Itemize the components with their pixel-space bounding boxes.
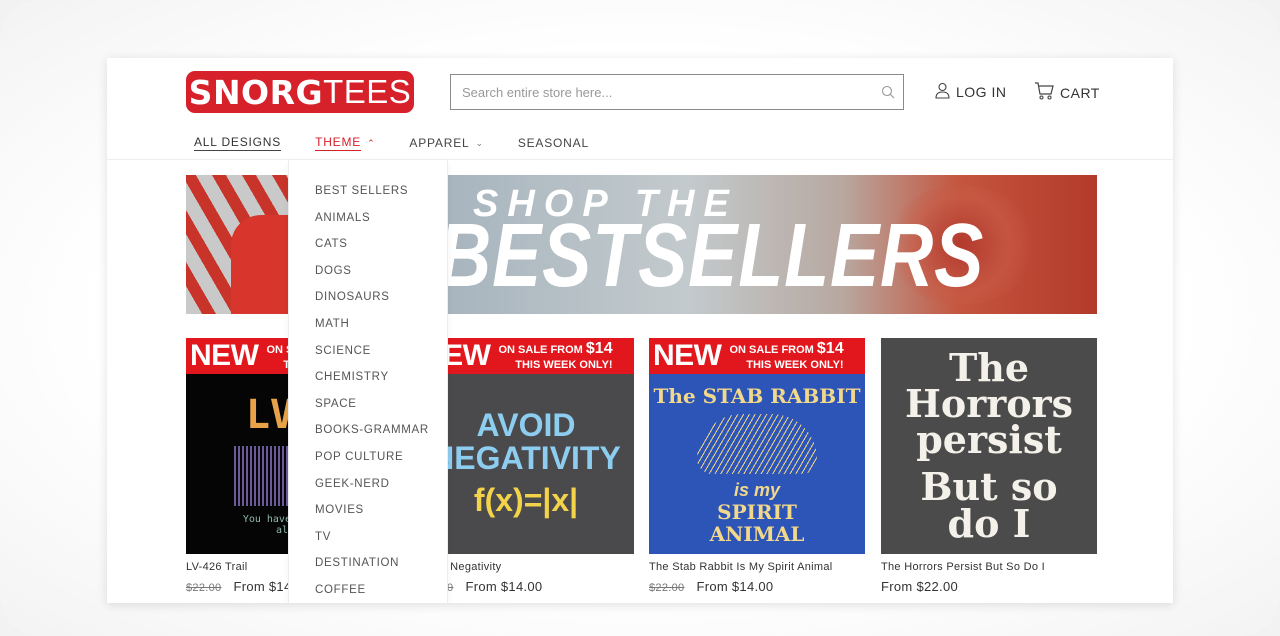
- product-prices: $22.00 From $14.00: [418, 579, 634, 594]
- art-line3: f(x)=|x|: [473, 482, 579, 519]
- theme-menu-item[interactable]: GEEK-NERD: [289, 477, 447, 504]
- cart-icon: [1034, 82, 1054, 103]
- badge-new: NEW: [190, 339, 259, 372]
- nav-all-designs-label: ALL DESIGNS: [194, 135, 282, 151]
- search-box: [450, 74, 904, 110]
- theme-menu-item[interactable]: ANIMALS: [289, 211, 447, 238]
- search-icon[interactable]: [873, 85, 903, 99]
- theme-menu-item[interactable]: POP CULTURE: [289, 450, 447, 477]
- product-image[interactable]: NEW ON SALE FROM $14 THIS WEEK ONLY! The …: [649, 338, 865, 554]
- product-prices: $22.00 From $14.00: [649, 579, 865, 594]
- nav-apparel-label: APPAREL: [409, 135, 470, 150]
- product-prices: From $22.00: [881, 579, 1097, 594]
- nav-divider: [107, 159, 1173, 160]
- product-image[interactable]: NEW ON SALE FROM $14 THIS WEEK ONLY! AVOI…: [418, 338, 634, 554]
- new-sale-badge: NEW ON SALE FROM $14THIS WEEK ONLY!: [418, 338, 634, 374]
- sale-price: From $14.00: [696, 579, 774, 594]
- product-card[interactable]: NEW ON SALE FROM $14 THIS WEEK ONLY! The …: [649, 338, 865, 594]
- nav-theme-label: THEME: [315, 135, 362, 151]
- theme-menu-item[interactable]: MOVIES: [289, 503, 447, 530]
- art-line2: NEGATIVITY: [431, 439, 621, 476]
- theme-menu-item[interactable]: DESTINATION: [289, 556, 447, 583]
- theme-menu-item[interactable]: CHEMISTRY: [289, 370, 447, 397]
- theme-menu-item[interactable]: DINOSAURS: [289, 290, 447, 317]
- badge-sale-text: ON SALE FROM $14THIS WEEK ONLY!: [491, 340, 613, 371]
- badge-new: NEW: [653, 339, 722, 372]
- product-artwork: The STAB RABBIT is my SPIRIT ANIMAL: [649, 374, 865, 554]
- product-artwork: The Horrors persist But so do I: [881, 338, 1097, 554]
- nav-seasonal-label: SEASONAL: [517, 135, 589, 150]
- product-image[interactable]: The Horrors persist But so do I: [881, 338, 1097, 554]
- theme-menu-item[interactable]: CATS: [289, 237, 447, 264]
- badge-sale-line2: THIS WEEK ONLY!: [746, 358, 844, 371]
- store-page: SNORGTEES LOG IN CART ALL DESIGNS THEME …: [107, 58, 1173, 603]
- badge-sale-text: ON SALE FROM $14THIS WEEK ONLY!: [722, 340, 844, 371]
- product-card[interactable]: NEW ON SALE FROM $14 THIS WEEK ONLY! AVOI…: [418, 338, 634, 594]
- theme-menu-item[interactable]: DOGS: [289, 264, 447, 291]
- chevron-down-icon: ⌄: [475, 137, 484, 148]
- theme-menu-item[interactable]: TV: [289, 530, 447, 557]
- product-name[interactable]: The Stab Rabbit Is My Spirit Animal: [649, 561, 865, 573]
- theme-menu-item[interactable]: COFFEE: [289, 583, 447, 603]
- theme-menu-item[interactable]: BOOKS-GRAMMAR: [289, 423, 447, 450]
- new-sale-badge: NEW ON SALE FROM $14THIS WEEK ONLY!: [649, 338, 865, 374]
- login-label: LOG IN: [956, 84, 1007, 100]
- sale-price: From $22.00: [881, 579, 959, 594]
- user-icon: [935, 82, 950, 102]
- theme-menu-list: BEST SELLERS ANIMALS CATS DOGS DINOSAURS…: [289, 160, 447, 603]
- main-nav: ALL DESIGNS THEME ⌃ APPAREL ⌄ SEASONAL: [194, 135, 623, 151]
- nav-all-designs[interactable]: ALL DESIGNS: [194, 135, 282, 151]
- original-price: $22.00: [186, 582, 222, 594]
- badge-sale-line1: ON SALE FROM: [498, 344, 583, 357]
- sale-price: From $14.00: [465, 579, 543, 594]
- art-line1: AVOID: [476, 406, 576, 443]
- badge-sale-line1: ON SALE FROM: [729, 344, 814, 357]
- logo-bold-text: SNORG: [188, 72, 324, 112]
- art-line3: SPIRIT ANIMAL: [709, 499, 805, 546]
- original-price: $22.00: [649, 582, 685, 594]
- nav-seasonal[interactable]: SEASONAL: [518, 135, 589, 151]
- nav-apparel[interactable]: APPAREL ⌄: [409, 135, 483, 151]
- art-hedgehog: [697, 413, 817, 474]
- product-name[interactable]: The Horrors Persist But So Do I: [881, 561, 1097, 573]
- product-name[interactable]: Avoid Negativity: [418, 561, 634, 573]
- theme-dropdown-menu: BEST SELLERS ANIMALS CATS DOGS DINOSAURS…: [288, 160, 448, 603]
- cart-link[interactable]: CART: [1034, 82, 1100, 103]
- art-line2: is my: [733, 479, 781, 500]
- badge-sale-line2: THIS WEEK ONLY!: [515, 358, 613, 371]
- logo-light-text: TEES: [323, 73, 412, 110]
- theme-menu-item[interactable]: SCIENCE: [289, 344, 447, 371]
- theme-menu-item[interactable]: BEST SELLERS: [289, 184, 447, 211]
- login-link[interactable]: LOG IN: [935, 82, 1006, 102]
- art-line5: do I: [947, 501, 1031, 547]
- search-input[interactable]: [451, 75, 873, 109]
- theme-menu-item[interactable]: SPACE: [289, 397, 447, 424]
- theme-menu-item[interactable]: MATH: [289, 317, 447, 344]
- product-card[interactable]: The Horrors persist But so do I The Horr…: [881, 338, 1097, 594]
- cart-label: CART: [1060, 84, 1100, 101]
- hero-line2: BESTSELLERS: [438, 206, 985, 306]
- snorgtees-logo[interactable]: SNORG TEES: [186, 71, 414, 113]
- badge-sale-price: $14: [585, 340, 613, 358]
- badge-sale-price: $14: [816, 340, 844, 358]
- art-line1: The STAB RABBIT: [653, 383, 861, 408]
- product-artwork: AVOID NEGATIVITY f(x)=|x|: [418, 374, 634, 554]
- art-line3: persist: [916, 417, 1062, 462]
- nav-theme[interactable]: THEME ⌃: [315, 135, 375, 151]
- chevron-up-icon: ⌃: [367, 137, 376, 148]
